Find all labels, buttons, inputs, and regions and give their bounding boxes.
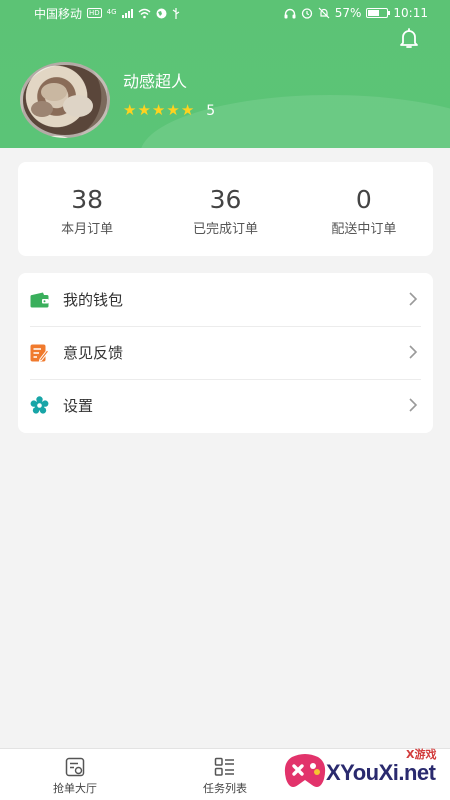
menu-item-label: 我的钱包 [63, 291, 124, 309]
status-bar: 中国移动 HD 4G 57% 10:11 [0, 0, 450, 26]
wifi-icon [138, 8, 151, 18]
task-list-icon [214, 757, 234, 776]
signal-icon [121, 8, 133, 18]
menu-item-label: 设置 [63, 397, 94, 415]
watermark-main-text: XYouXi.net [326, 760, 436, 785]
stat-monthly-orders[interactable]: 38 本月订单 [18, 162, 156, 256]
tab-label: 抢单大厅 [53, 782, 97, 795]
star-icon: ★ [137, 101, 151, 119]
battery-percent: 57% [334, 6, 362, 20]
rating-stars: ★ ★ ★ ★ ★ [123, 102, 194, 119]
stat-value: 0 [355, 185, 372, 214]
star-icon: ★ [151, 101, 166, 119]
menu-item-feedback[interactable]: 意见反馈 [18, 326, 433, 379]
site-watermark: X游戏 XYouXi.net [282, 743, 450, 800]
stat-value: 38 [71, 185, 104, 214]
tab-order-hall[interactable]: 抢单大厅 [0, 749, 150, 800]
menu-item-wallet[interactable]: 我的钱包 [18, 273, 433, 326]
carrier-name: 中国移动 [34, 6, 83, 21]
chevron-right-icon [409, 345, 418, 359]
gamepad-logo-icon [284, 754, 326, 787]
star-icon: ★ [123, 101, 137, 119]
globe-icon [156, 8, 167, 18]
tab-label: 任务列表 [203, 782, 247, 795]
headset-icon [284, 8, 296, 18]
clock-time: 10:11 [393, 6, 428, 20]
stat-delivering-orders[interactable]: 0 配送中订单 [295, 162, 433, 256]
rating-value: 5 [206, 102, 216, 119]
stat-value: 36 [209, 185, 242, 214]
order-stats-card: 38 本月订单 36 已完成订单 0 配送中订单 [18, 162, 433, 256]
star-icon: ★ [180, 101, 195, 119]
chevron-right-icon [409, 292, 418, 306]
wallet-icon [30, 290, 49, 309]
avatar[interactable] [20, 62, 110, 138]
feedback-icon [30, 343, 49, 362]
user-rating: ★ ★ ★ ★ ★ 5 [123, 102, 215, 119]
usb-icon [172, 7, 179, 19]
stat-label: 配送中订单 [331, 222, 397, 237]
stat-label: 已完成订单 [192, 222, 258, 237]
menu-item-settings[interactable]: 设置 [18, 379, 433, 432]
profile-header: 中国移动 HD 4G 57% 10:11 动感超人 ★ ★ ★ ★ ★ 5 [0, 0, 450, 148]
tab-task-list[interactable]: 任务列表 [150, 749, 300, 800]
menu-card: 我的钱包 意见反馈 设置 [18, 273, 433, 433]
order-hall-icon [65, 757, 85, 777]
mute-icon [318, 7, 330, 19]
alarm-icon [301, 8, 312, 19]
chevron-right-icon [409, 398, 418, 412]
battery-icon [366, 8, 391, 18]
stat-label: 本月订单 [61, 222, 114, 237]
star-icon: ★ [166, 101, 180, 119]
user-name: 动感超人 [123, 72, 188, 91]
menu-item-label: 意见反馈 [63, 344, 124, 362]
hd-badge: HD [87, 8, 102, 18]
network-type: 4G [106, 7, 117, 16]
stat-completed-orders[interactable]: 36 已完成订单 [156, 162, 294, 256]
settings-gear-icon [30, 396, 49, 415]
bell-icon[interactable] [397, 26, 421, 50]
